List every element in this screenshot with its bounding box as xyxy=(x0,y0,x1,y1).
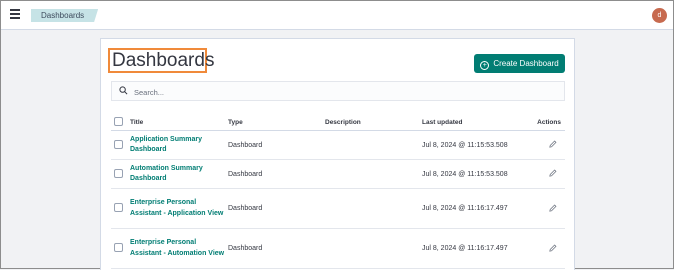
column-header-description[interactable]: Description xyxy=(325,115,422,131)
last-updated-cell: Jul 8, 2024 @ 11:16:17.497 xyxy=(422,188,530,229)
description-cell xyxy=(325,228,422,269)
type-cell: Dashboard xyxy=(228,159,325,189)
dashboards-table: Title Type Description Last updated Acti… xyxy=(111,115,565,269)
dashboard-title-link[interactable]: Application Summary Dashboard xyxy=(130,135,228,156)
row-checkbox[interactable] xyxy=(114,168,123,178)
create-dashboard-label: Create Dashboard xyxy=(493,59,559,68)
last-updated-cell: Jul 8, 2024 @ 11:15:53.508 xyxy=(422,130,530,160)
table-row: Application Summary Dashboard Dashboard … xyxy=(111,130,565,160)
select-all-checkbox[interactable] xyxy=(114,117,123,126)
table-row: Enterprise Personal Assistant - Applicat… xyxy=(111,188,565,229)
description-cell xyxy=(325,130,422,160)
table-header-row: Title Type Description Last updated Acti… xyxy=(111,115,565,131)
top-bar: Dashboards d xyxy=(1,1,673,30)
pencil-icon[interactable] xyxy=(549,169,557,177)
create-dashboard-button[interactable]: + Create Dashboard xyxy=(474,54,565,73)
search-icon xyxy=(119,86,128,95)
page-title: Dashboards xyxy=(108,48,214,73)
search-bar xyxy=(111,81,565,101)
dashboard-title-link[interactable]: Enterprise Personal Assistant - Applicat… xyxy=(130,198,228,219)
column-header-actions: Actions xyxy=(530,115,565,131)
pencil-icon[interactable] xyxy=(549,244,557,252)
dashboard-title-link[interactable]: Enterprise Personal Assistant - Automati… xyxy=(130,238,228,259)
column-header-type[interactable]: Type xyxy=(228,115,325,131)
row-checkbox[interactable] xyxy=(114,203,123,212)
table-row: Automation Summary Dashboard Dashboard J… xyxy=(111,159,565,189)
type-cell: Dashboard xyxy=(228,228,325,269)
description-cell xyxy=(325,188,422,229)
user-avatar[interactable]: d xyxy=(652,8,667,23)
type-cell: Dashboard xyxy=(228,130,325,160)
row-checkbox[interactable] xyxy=(114,139,123,149)
breadcrumb-dashboards[interactable]: Dashboards xyxy=(31,9,99,22)
column-header-last-updated[interactable]: Last updated xyxy=(422,115,530,131)
pencil-icon[interactable] xyxy=(549,140,557,148)
column-header-title[interactable]: Title xyxy=(130,115,228,131)
last-updated-cell: Jul 8, 2024 @ 11:15:53.508 xyxy=(422,159,530,189)
last-updated-cell: Jul 8, 2024 @ 11:16:17.497 xyxy=(422,228,530,269)
pencil-icon[interactable] xyxy=(549,204,557,212)
description-cell xyxy=(325,159,422,189)
plus-circle-icon: + xyxy=(480,61,490,70)
dashboards-panel: Dashboards +Create Dashboard Title Type … xyxy=(100,38,575,270)
row-checkbox[interactable] xyxy=(114,243,123,252)
type-cell: Dashboard xyxy=(228,188,325,229)
search-input[interactable] xyxy=(132,84,536,100)
dashboard-title-link[interactable]: Automation Summary Dashboard xyxy=(130,164,228,185)
hamburger-menu-icon[interactable] xyxy=(10,9,20,19)
table-row: Enterprise Personal Assistant - Automati… xyxy=(111,228,565,269)
